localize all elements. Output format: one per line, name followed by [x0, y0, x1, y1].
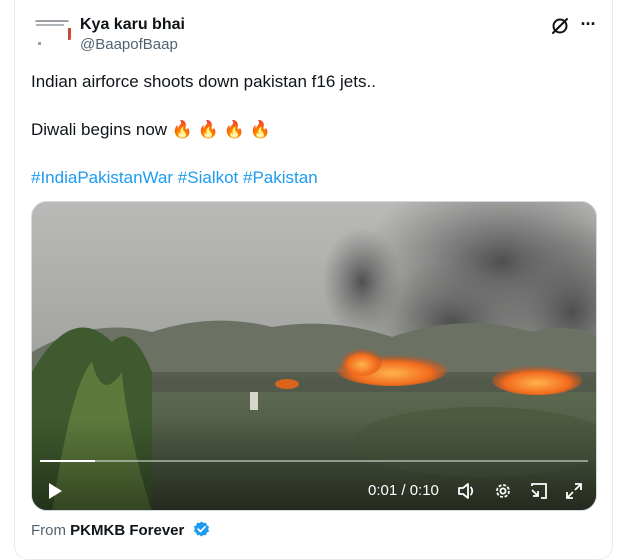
- source-account-link[interactable]: PKMKB Forever: [70, 522, 184, 539]
- hashtag-link[interactable]: #Sialkot: [178, 168, 238, 187]
- source-prefix: From: [31, 522, 66, 539]
- hashtag-link[interactable]: #IndiaPakistanWar: [31, 168, 173, 187]
- fullscreen-icon[interactable]: [564, 481, 584, 501]
- volume-icon[interactable]: [457, 481, 477, 501]
- author-handle[interactable]: @BaapofBaap: [80, 36, 178, 54]
- video-source: From PKMKB Forever: [31, 521, 210, 541]
- play-icon[interactable]: [46, 482, 64, 500]
- pip-icon[interactable]: [529, 481, 549, 501]
- post-text-line: Indian airforce shoots down pakistan f16…: [31, 72, 376, 91]
- verified-badge-icon: [193, 521, 209, 537]
- video-progress-fill: [40, 460, 95, 462]
- grok-icon[interactable]: [550, 16, 570, 36]
- settings-icon[interactable]: [493, 481, 513, 501]
- author-name[interactable]: Kya karu bhai: [80, 15, 185, 35]
- avatar[interactable]: [32, 12, 72, 52]
- hashtag-list: #IndiaPakistanWar #Sialkot #Pakistan: [31, 167, 318, 189]
- video-progress-bar[interactable]: [40, 460, 588, 462]
- hashtag-link[interactable]: #Pakistan: [243, 168, 318, 187]
- video-frame: [32, 202, 596, 510]
- video-player[interactable]: 0:01 / 0:10: [31, 201, 597, 511]
- video-time: 0:01 / 0:10: [368, 482, 439, 499]
- more-options-icon[interactable]: ···: [578, 15, 598, 36]
- post-text-line: Diwali begins now 🔥 🔥 🔥 🔥: [31, 120, 271, 139]
